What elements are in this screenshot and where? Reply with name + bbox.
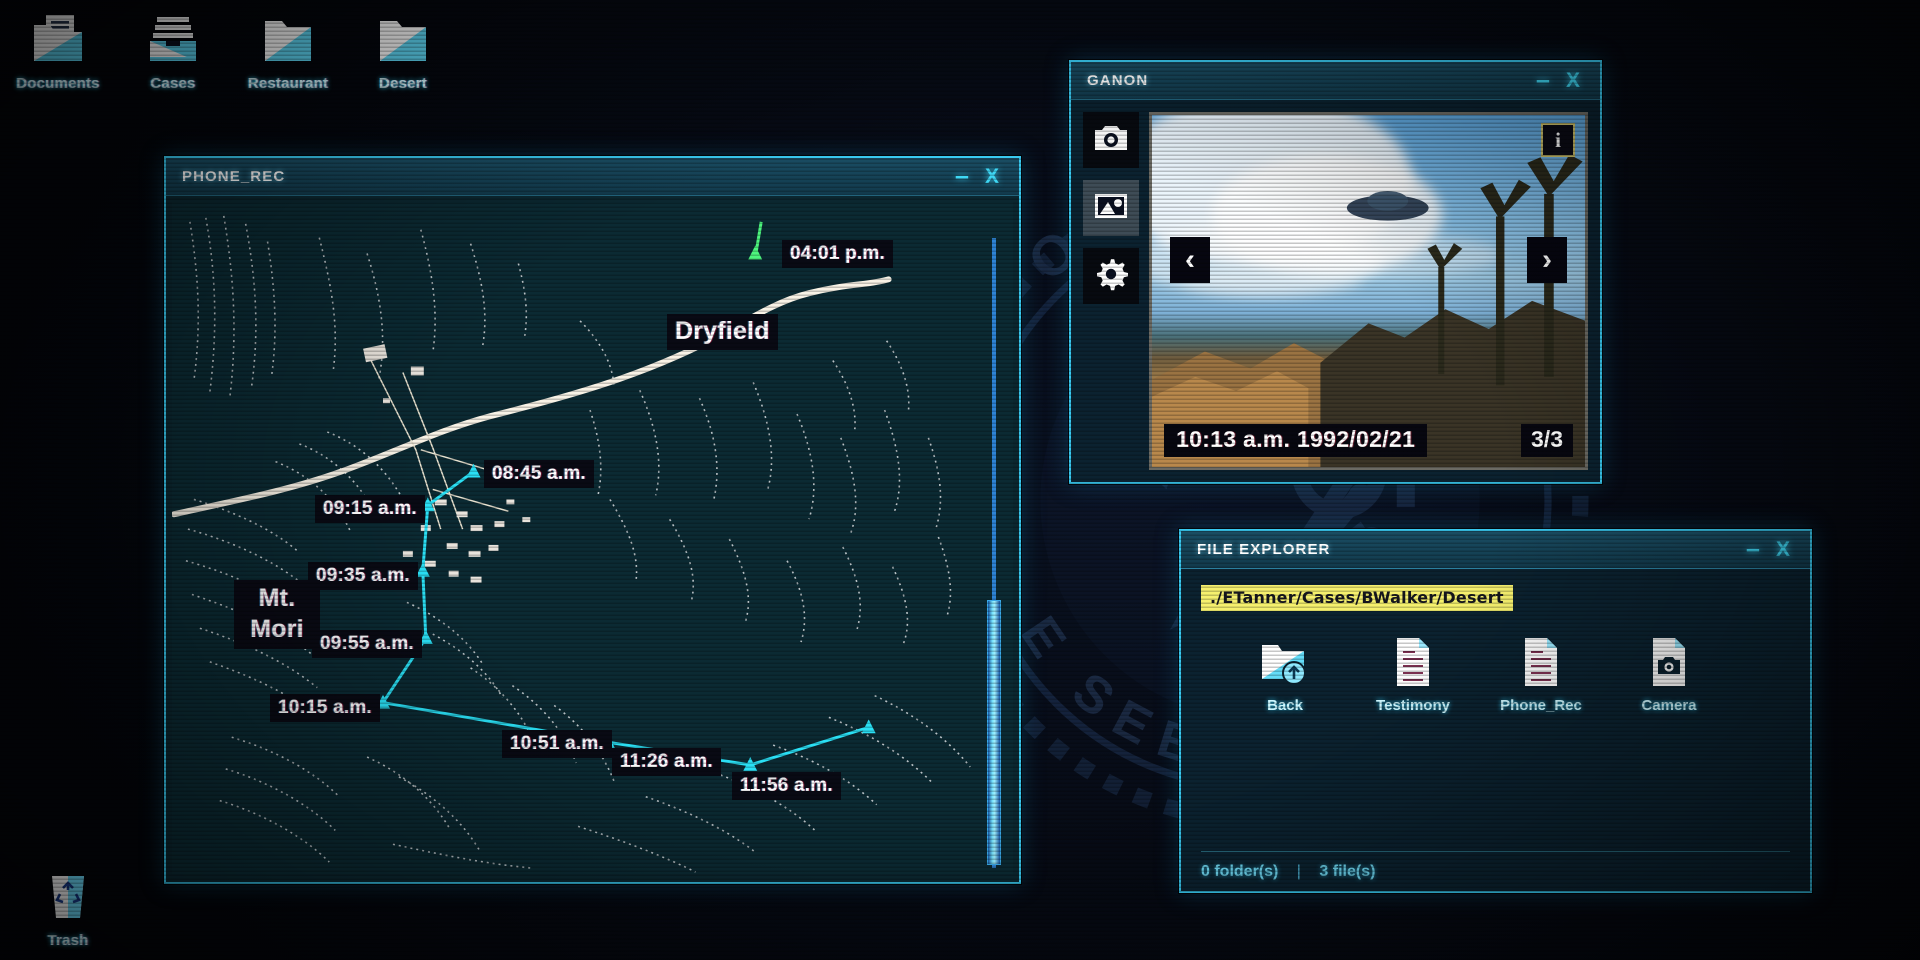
- map-time-label: 04:01 p.m.: [782, 240, 893, 268]
- phone-rec-titlebar[interactable]: PHONE_REC – X: [166, 158, 1019, 196]
- window-title: FILE EXPLORER: [1197, 541, 1738, 558]
- trash-recycle-icon: [10, 865, 126, 927]
- ganon-body: i ‹ › 10:13 a.m. 1992/02/21 3/3: [1071, 100, 1600, 482]
- ganon-window: GANON – X: [1069, 60, 1602, 484]
- movement-track: [172, 202, 1013, 874]
- desktop-icon-documents[interactable]: Documents: [0, 8, 116, 92]
- map-viewport[interactable]: 04:01 p.m. Dryfield 08:45 a.m. 09:15 a.m…: [166, 196, 1019, 882]
- desktop-icon-cases[interactable]: Cases: [115, 8, 231, 92]
- map-time-label: 09:55 a.m.: [312, 630, 422, 658]
- folder-icon: [230, 8, 346, 70]
- file-item-testimony[interactable]: Testimony: [1357, 633, 1469, 714]
- document-icon: [1357, 633, 1469, 691]
- file-item-phone-rec[interactable]: Phone_Rec: [1485, 633, 1597, 714]
- file-item-label: Phone_Rec: [1485, 697, 1597, 714]
- file-grid: Back: [1201, 611, 1790, 847]
- photo-info-button[interactable]: i: [1541, 123, 1575, 157]
- path-breadcrumb[interactable]: ./ETanner/Cases/BWalker/Desert: [1201, 585, 1513, 611]
- photo-counter: 3/3: [1521, 424, 1573, 457]
- desktop-icon-restaurant[interactable]: Restaurant: [230, 8, 346, 92]
- map-time-label: 08:45 a.m.: [484, 460, 594, 488]
- minimize-button[interactable]: –: [1738, 536, 1768, 564]
- photo-next-button[interactable]: ›: [1527, 237, 1567, 283]
- file-item-label: Testimony: [1357, 697, 1469, 714]
- camera-icon: [1093, 123, 1129, 158]
- map-place-label-dryfield: Dryfield: [667, 314, 778, 350]
- desktop-icon-label: Documents: [0, 75, 116, 92]
- map-canvas[interactable]: 04:01 p.m. Dryfield 08:45 a.m. 09:15 a.m…: [172, 202, 1013, 874]
- image-icon: [1093, 191, 1129, 226]
- file-explorer-window: FILE EXPLORER – X ./ETanner/Cases/BWalke…: [1179, 529, 1812, 893]
- desktop: OF E SEEK: [0, 0, 1920, 960]
- desktop-icon-desert[interactable]: Desert: [345, 8, 461, 92]
- minimize-button[interactable]: –: [1528, 67, 1558, 95]
- folder-documents-icon: [0, 8, 116, 70]
- desktop-icon-trash[interactable]: Trash: [10, 865, 126, 949]
- sidebar-item-gallery[interactable]: [1083, 180, 1139, 236]
- file-explorer-titlebar[interactable]: FILE EXPLORER – X: [1181, 531, 1810, 569]
- file-item-label: Back: [1229, 697, 1341, 714]
- file-explorer-status-bar: 0 folder(s) | 3 file(s): [1201, 851, 1790, 881]
- status-separator: |: [1297, 863, 1301, 880]
- file-item-camera[interactable]: Camera: [1613, 633, 1725, 714]
- desktop-icon-label: Trash: [10, 932, 126, 949]
- file-drawer-icon: [115, 8, 231, 70]
- window-title: GANON: [1087, 72, 1528, 89]
- document-icon: [1485, 633, 1597, 691]
- close-button[interactable]: X: [1768, 536, 1798, 564]
- file-count: 3 file(s): [1319, 863, 1375, 880]
- photo-prev-button[interactable]: ‹: [1170, 237, 1210, 283]
- desktop-icon-label: Restaurant: [230, 75, 346, 92]
- map-time-label: 11:26 a.m.: [612, 748, 721, 776]
- map-vertical-scrollbar[interactable]: [986, 238, 1002, 868]
- desktop-icon-label: Cases: [115, 75, 231, 92]
- ufo-over-desert-photo: [1152, 115, 1585, 467]
- camera-file-icon: [1613, 633, 1725, 691]
- folder-icon: [345, 8, 461, 70]
- photo-viewer[interactable]: i ‹ › 10:13 a.m. 1992/02/21 3/3: [1149, 112, 1588, 470]
- sidebar-item-settings[interactable]: [1083, 248, 1139, 304]
- map-time-label: 09:35 a.m.: [308, 562, 418, 590]
- phone-rec-window: PHONE_REC – X: [164, 156, 1021, 884]
- photo-timestamp: 10:13 a.m. 1992/02/21: [1164, 424, 1427, 457]
- ganon-titlebar[interactable]: GANON – X: [1071, 62, 1600, 100]
- map-time-label: 11:56 a.m.: [732, 772, 841, 800]
- folder-up-icon: [1229, 633, 1341, 691]
- final-marker: [748, 222, 762, 260]
- sidebar-item-camera[interactable]: [1083, 112, 1139, 168]
- scrollbar-thumb[interactable]: [987, 600, 1001, 865]
- file-explorer-body: ./ETanner/Cases/BWalker/Desert Back: [1181, 569, 1810, 891]
- minimize-button[interactable]: –: [947, 163, 977, 191]
- map-place-label-mt-mori: Mt.Mori: [234, 580, 320, 649]
- gear-icon: [1094, 257, 1128, 296]
- close-button[interactable]: X: [977, 163, 1007, 191]
- file-item-back[interactable]: Back: [1229, 633, 1341, 714]
- map-time-label: 10:15 a.m.: [270, 694, 380, 722]
- close-button[interactable]: X: [1558, 67, 1588, 95]
- ganon-sidebar: [1083, 112, 1139, 470]
- window-title: PHONE_REC: [182, 168, 947, 185]
- folder-count: 0 folder(s): [1201, 863, 1278, 880]
- file-item-label: Camera: [1613, 697, 1725, 714]
- map-time-label: 10:51 a.m.: [502, 730, 612, 758]
- map-time-label: 09:15 a.m.: [315, 495, 425, 523]
- desktop-icon-label: Desert: [345, 75, 461, 92]
